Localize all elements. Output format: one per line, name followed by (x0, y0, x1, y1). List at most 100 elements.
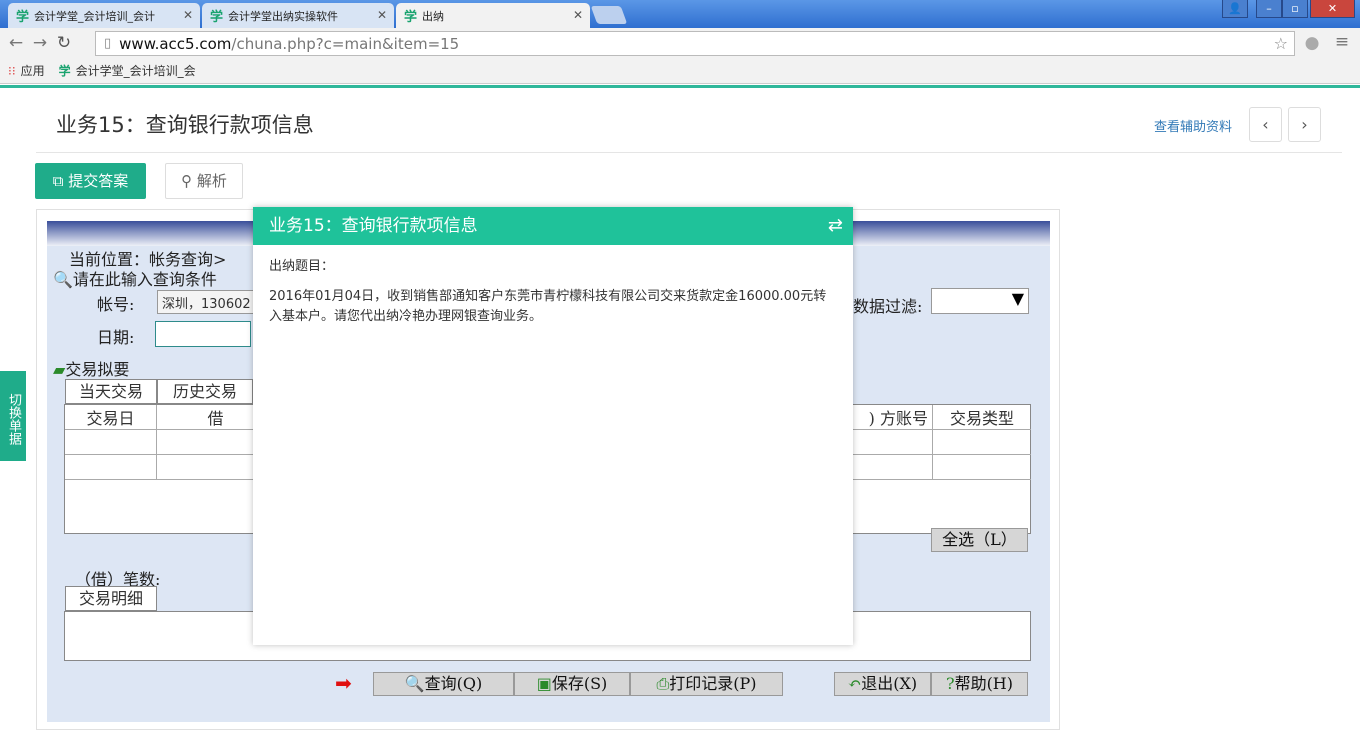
page-title: 业务15：查询银行款项信息 (56, 113, 314, 137)
exit-label: 退出(X) (861, 674, 918, 693)
account-label: 帐号: (97, 295, 135, 314)
filter-label: 数据过滤: (853, 297, 923, 316)
dropdown-arrow-icon: ▼ (1011, 289, 1024, 308)
modal-task-text: 2016年01月04日，收到销售部通知客户东莞市青柠檬科技有限公司交来货款定金1… (269, 289, 827, 324)
date-label: 日期: (97, 328, 135, 347)
save-icon: ▣ (536, 674, 552, 693)
acc5-logo-icon: 学 (58, 64, 71, 78)
table-cell[interactable] (845, 455, 933, 480)
save-label: 保存(S) (551, 674, 608, 693)
table-cell[interactable] (845, 430, 933, 455)
browser-toolbar: ← → ↻ ▯ www.acc5.com/chuna.php?c=main&it… (0, 28, 1360, 58)
folder-icon: ▰ (53, 360, 66, 379)
chevron-right-icon: › (1301, 115, 1308, 134)
analyze-button[interactable]: ⚲ 解析 (165, 163, 243, 199)
table-cell[interactable] (933, 455, 1031, 480)
filter-select[interactable]: ▼ (931, 288, 1029, 314)
prev-button[interactable]: ‹ (1249, 107, 1282, 142)
printer-icon: ⎙ (656, 674, 670, 693)
modal-title: 业务15：查询银行款项信息 (269, 216, 478, 236)
address-bar[interactable]: ▯ www.acc5.com/chuna.php?c=main&item=15 … (95, 31, 1295, 56)
tab-label: 出纳 (422, 9, 445, 23)
analyze-label: 解析 (196, 172, 227, 190)
url-path: /chuna.php?c=main&item=15 (231, 34, 460, 53)
back-icon[interactable]: ← (4, 33, 28, 53)
bookmark-star-icon[interactable]: ☆ (1274, 34, 1288, 53)
submit-answer-button[interactable]: ⧉ 提交答案 (35, 163, 146, 199)
page-content: 业务15：查询银行款项信息 查看辅助资料 ‹ › ⧉ 提交答案 ⚲ 解析 切换单… (0, 85, 1360, 730)
help-button[interactable]: ?帮助(H) (931, 672, 1028, 696)
acc5-logo-icon: 学 (210, 10, 224, 25)
column-header-account: 方账号 (879, 409, 928, 428)
url-host: www.acc5.com (119, 34, 232, 53)
window-close-icon[interactable]: ✕ (1310, 0, 1355, 18)
switch-document-tab[interactable]: 切换单据 (0, 371, 26, 461)
print-button[interactable]: ⎙打印记录(P) (630, 672, 783, 696)
browser-tab-1[interactable]: 学 会计学堂_会计培训_会计 ✕ (8, 3, 200, 28)
external-link-icon: ⧉ (52, 172, 64, 190)
account-field[interactable]: 深圳，130602 (157, 290, 257, 314)
task-modal: 业务15：查询银行款项信息 ⇄ 出纳题目： 2016年01月04日，收到销售部通… (253, 207, 853, 645)
search-icon: 🔍 (404, 674, 425, 693)
close-icon[interactable]: ✕ (377, 8, 387, 22)
column-fragment: ) (868, 409, 875, 428)
table-cell[interactable] (65, 455, 157, 480)
browser-tab-3[interactable]: 学 出纳 ✕ (396, 3, 590, 28)
tab-label: 会计学堂_会计培训_会计 (34, 9, 156, 23)
help-materials-link[interactable]: 查看辅助资料 (1154, 116, 1232, 135)
column-header: 交易日 (65, 405, 157, 430)
table-cell[interactable] (933, 430, 1031, 455)
page-header: 业务15：查询银行款项信息 查看辅助资料 ‹ › (36, 91, 1342, 153)
maximize-icon[interactable]: ▫ (1282, 0, 1308, 18)
acc5-logo-icon: 学 (404, 10, 418, 25)
column-header: ) 方账号 (845, 405, 933, 430)
summary-label: 交易拟要 (65, 360, 130, 379)
close-icon[interactable]: ✕ (573, 8, 583, 22)
bookmarks-bar: ⁝⁝ 应用 学 会计学堂_会计培训_会 (0, 58, 1360, 84)
forward-icon[interactable]: → (28, 33, 52, 53)
link-icon: ⚲ (181, 172, 193, 190)
bookmark-apps[interactable]: 应用 (21, 62, 45, 79)
tab-label: 会计学堂出纳实操软件 (228, 9, 339, 23)
tab-detail[interactable]: 交易明细 (65, 586, 157, 611)
select-all-button[interactable]: 全选（L） (931, 528, 1028, 552)
query-hint-text: 请在此输入查询条件 (72, 270, 217, 289)
swap-icon[interactable]: ⇄ (828, 207, 843, 245)
arrow-right-icon: ➡ (335, 671, 352, 695)
question-icon: ? (945, 674, 955, 693)
modal-body: 出纳题目： 2016年01月04日，收到销售部通知客户东莞市青柠檬科技有限公司交… (253, 245, 853, 339)
menu-icon[interactable]: ≡ (1330, 32, 1354, 52)
print-label: 打印记录(P) (669, 674, 757, 693)
search-icon: 🔍 (53, 270, 73, 289)
table-cell[interactable] (65, 430, 157, 455)
query-label: 查询(Q) (424, 674, 483, 693)
query-button[interactable]: 🔍查询(Q) (373, 672, 514, 696)
help-label: 帮助(H) (954, 674, 1014, 693)
tab-history[interactable]: 历史交易 (157, 379, 253, 404)
exit-button[interactable]: ↶退出(X) (834, 672, 931, 696)
undo-icon: ↶ (847, 674, 862, 693)
query-hint: 🔍请在此输入查询条件 (53, 266, 217, 290)
apps-grid-icon[interactable]: ⁝⁝ (8, 64, 16, 78)
date-field[interactable] (155, 321, 251, 347)
minimize-icon[interactable]: – (1256, 0, 1282, 18)
new-tab-button[interactable] (590, 6, 628, 24)
reload-icon[interactable]: ↻ (52, 33, 76, 53)
acc5-logo-icon: 学 (16, 10, 30, 25)
column-header: 交易类型 (933, 405, 1031, 430)
modal-subtitle: 出纳题目： (269, 259, 335, 274)
extension-icon[interactable]: ● (1300, 33, 1324, 53)
chevron-left-icon: ‹ (1262, 115, 1269, 134)
summary-heading: ▰交易拟要 (53, 356, 129, 380)
user-icon[interactable]: 👤 (1222, 0, 1248, 18)
save-button[interactable]: ▣保存(S) (514, 672, 630, 696)
modal-header: 业务15：查询银行款项信息 ⇄ (253, 207, 853, 245)
bookmark-acc5[interactable]: 会计学堂_会计培训_会 (76, 62, 196, 79)
browser-tab-2[interactable]: 学 会计学堂出纳实操软件 ✕ (202, 3, 394, 28)
submit-label: 提交答案 (68, 172, 129, 190)
close-icon[interactable]: ✕ (183, 8, 193, 22)
page-icon: ▯ (104, 36, 112, 51)
next-button[interactable]: › (1288, 107, 1321, 142)
tab-today[interactable]: 当天交易 (65, 379, 157, 404)
browser-titlebar: 学 会计学堂_会计培训_会计 ✕ 学 会计学堂出纳实操软件 ✕ 学 出纳 ✕ 👤… (0, 0, 1360, 28)
